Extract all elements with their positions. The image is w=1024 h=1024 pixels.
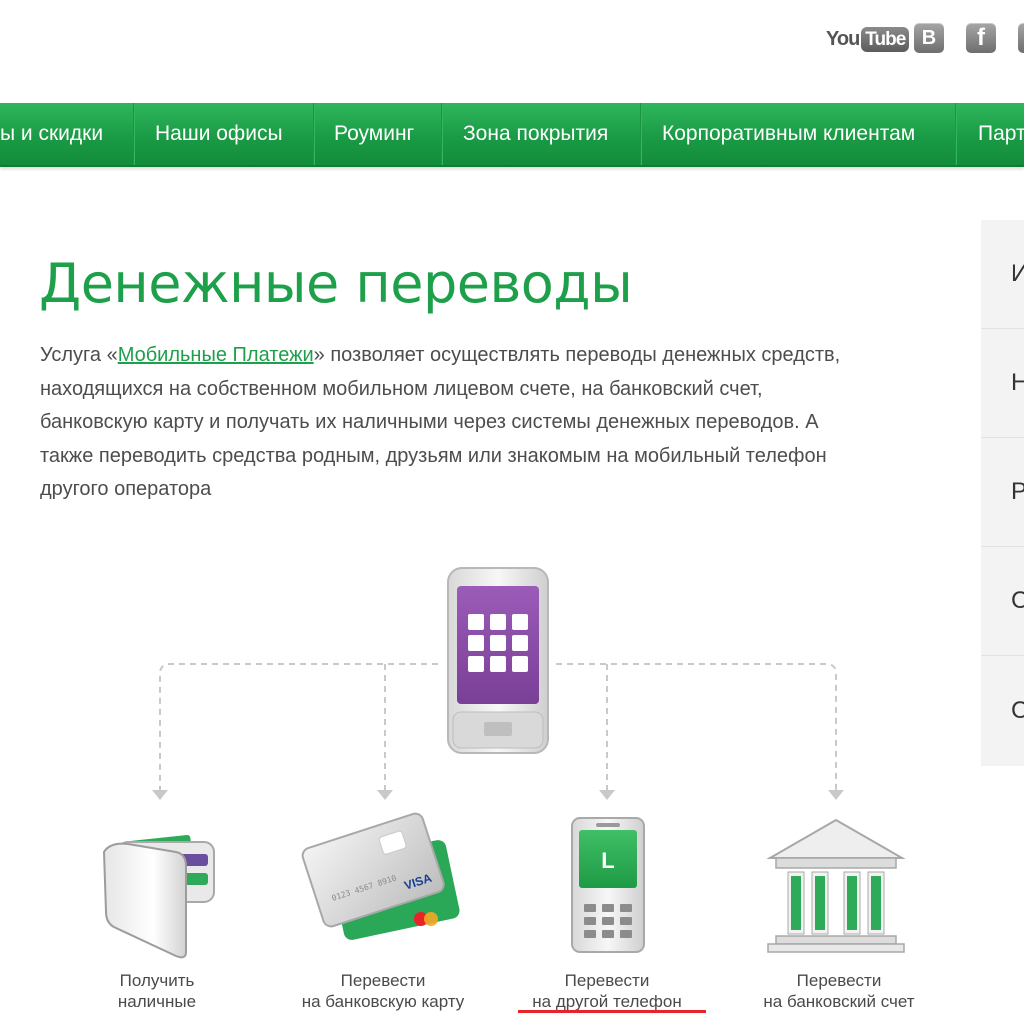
- sidebar-item[interactable]: С: [981, 547, 1024, 656]
- sidebar-item[interactable]: С: [981, 656, 1024, 765]
- option-other-phone[interactable]: Перевести на другой телефон: [487, 970, 727, 1012]
- sidebar: И Н Р С С: [981, 220, 1024, 766]
- nav-item-roaming[interactable]: Роуминг: [334, 103, 414, 165]
- desc-prefix: Услуга «: [40, 344, 118, 366]
- sidebar-item-label: Р: [1011, 478, 1024, 505]
- option-line1: Перевести: [796, 971, 882, 990]
- nav-item-coverage[interactable]: Зона покрытия: [463, 103, 608, 165]
- youtube-icon[interactable]: You Tube: [826, 26, 910, 52]
- highlight-underline: [518, 1010, 706, 1013]
- wallet-icon: [102, 835, 215, 959]
- phone-screen-letter: L: [601, 848, 614, 873]
- page-title: Денежные переводы: [39, 252, 633, 315]
- sidebar-item-label: Н: [1011, 369, 1024, 396]
- nav-separator: [441, 103, 443, 165]
- bank-card-icon: 0123 4567 8910 VISA: [301, 812, 460, 940]
- central-phone-icon: [447, 567, 549, 754]
- youtube-tube-text: Tube: [861, 26, 910, 52]
- nav-item-corporate[interactable]: Корпоративным клиентам: [662, 103, 915, 165]
- connector-arrows: [152, 790, 844, 800]
- option-line2: на банковскую карту: [301, 992, 465, 1011]
- nav-item-offices[interactable]: Наши офисы: [155, 103, 283, 165]
- option-line1: Перевести: [340, 971, 426, 990]
- sidebar-item-label: И: [1011, 260, 1024, 287]
- social-links: You Tube B f: [826, 22, 1024, 56]
- desc-line: также переводить средства родным, друзья…: [40, 444, 827, 467]
- sidebar-item[interactable]: И: [981, 220, 1024, 329]
- sidebar-item-label: С: [1011, 696, 1024, 724]
- sidebar-item-label: С: [1011, 587, 1024, 614]
- mobile-phone-icon: L: [571, 817, 645, 953]
- option-bank-account[interactable]: Перевести на банковский счет: [719, 970, 959, 1012]
- option-line2: на банковский счет: [763, 992, 915, 1011]
- desc-line: другого оператора: [40, 478, 212, 500]
- sidebar-item[interactable]: Н: [981, 329, 1024, 438]
- desc-line: Услуга «Мобильные Платежи» позволяет осу…: [40, 339, 960, 373]
- diagram-graphics: 0123 4567 8910 VISA L: [102, 567, 906, 959]
- nav-separator: [313, 103, 315, 165]
- vk-icon[interactable]: B: [914, 23, 944, 53]
- facebook-icon[interactable]: f: [966, 23, 996, 53]
- desc-line: банковскую карту и получать их наличными…: [40, 411, 819, 433]
- option-line2: наличные: [117, 992, 197, 1011]
- nav-separator: [955, 103, 957, 165]
- option-cash[interactable]: Получить наличные: [37, 970, 277, 1012]
- option-line1: Получить: [119, 971, 195, 990]
- nav-separator: [133, 103, 135, 165]
- transfer-diagram: 0123 4567 8910 VISA L Получить наличные …: [0, 560, 980, 1024]
- nav-item-partners[interactable]: Парт: [978, 103, 1024, 165]
- option-bank-card[interactable]: Перевести на банковскую карту: [263, 970, 503, 1012]
- service-description: Услуга «Мобильные Платежи» позволяет осу…: [40, 339, 960, 507]
- desc-line1-rest: » позволяет осуществлять переводы денежн…: [313, 344, 841, 366]
- youtube-you-text: You: [826, 27, 860, 50]
- main-nav: ы и скидки Наши офисы Роуминг Зона покры…: [0, 103, 1024, 167]
- mobile-payments-link[interactable]: Мобильные Платежи: [118, 344, 314, 366]
- option-line1: Перевести: [564, 971, 650, 990]
- bank-building-icon: [766, 818, 906, 953]
- option-line2: на другой телефон: [532, 992, 682, 1011]
- desc-line: находящихся на собственном мобильном лиц…: [40, 377, 763, 400]
- nav-separator: [640, 103, 642, 165]
- nav-item-discounts[interactable]: ы и скидки: [0, 103, 103, 165]
- sidebar-item[interactable]: Р: [981, 438, 1024, 547]
- more-social-icon[interactable]: [1018, 23, 1024, 53]
